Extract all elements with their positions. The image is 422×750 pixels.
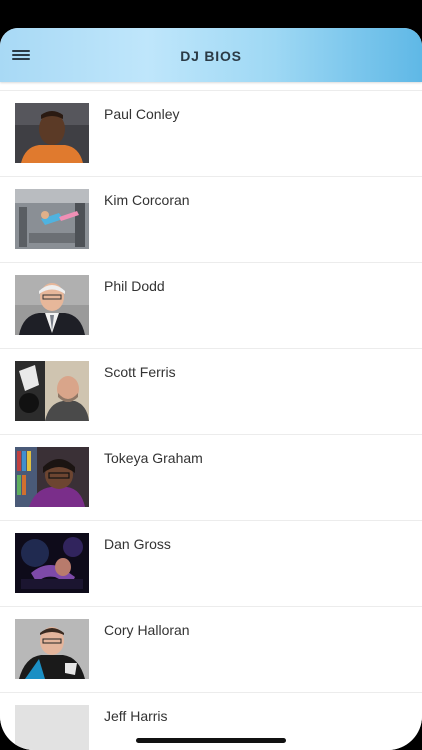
dj-list-item[interactable]: Cory Halloran: [0, 607, 422, 693]
dj-name: Jeff Harris: [104, 708, 168, 724]
dj-name: Dan Gross: [104, 536, 171, 552]
dj-list-item[interactable]: Kim Corcoran: [0, 177, 422, 263]
dj-list-item[interactable]: Tokeya Graham: [0, 435, 422, 521]
dj-list-item[interactable]: Dan Gross: [0, 521, 422, 607]
dj-list: Paul Conley Kim Corcoran Phil Dodd Scott…: [0, 90, 422, 750]
dj-name: Kim Corcoran: [104, 192, 190, 208]
dj-photo: [15, 619, 89, 679]
dj-name: Cory Halloran: [104, 622, 190, 638]
dj-name: Phil Dodd: [104, 278, 165, 294]
status-bar: [0, 0, 422, 28]
dj-photo: [15, 447, 89, 507]
dj-photo: [15, 275, 89, 335]
dj-name: Tokeya Graham: [104, 450, 203, 466]
dj-list-item[interactable]: Phil Dodd: [0, 263, 422, 349]
dj-name: Scott Ferris: [104, 364, 176, 380]
dj-list-item[interactable]: Scott Ferris: [0, 349, 422, 435]
dj-list-item[interactable]: Paul Conley: [0, 90, 422, 177]
app-screen: DJ BIOS Paul Conley Kim Corcoran Phil Do…: [0, 28, 422, 750]
dj-name: Paul Conley: [104, 106, 180, 122]
dj-photo: [15, 361, 89, 421]
app-header: DJ BIOS: [0, 28, 422, 82]
dj-photo: [15, 189, 89, 249]
dj-photo: [15, 103, 89, 163]
dj-photo-placeholder: [15, 705, 89, 750]
phone-frame: DJ BIOS Paul Conley Kim Corcoran Phil Do…: [0, 0, 422, 750]
dj-photo: [15, 533, 89, 593]
home-indicator[interactable]: [136, 738, 286, 743]
page-title: DJ BIOS: [180, 48, 242, 64]
